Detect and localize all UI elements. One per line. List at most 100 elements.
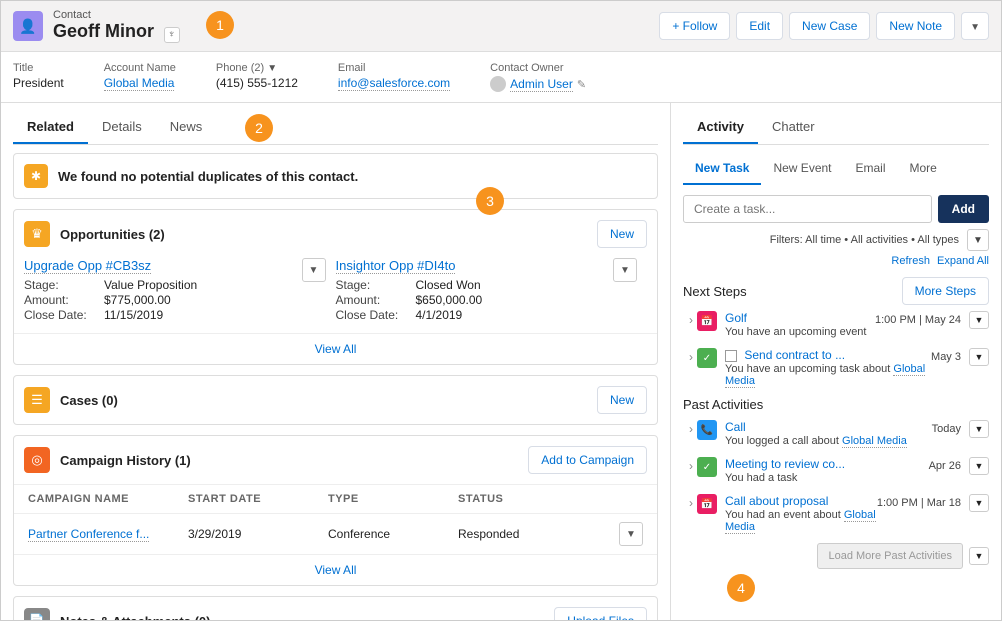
camp-col-type: TYPE [328, 493, 458, 505]
edit-button[interactable]: Edit [736, 12, 783, 40]
phone-label[interactable]: Phone (2) ▼ [216, 62, 298, 74]
campaign-date: 3/29/2019 [188, 527, 328, 541]
event-icon: 📅 [697, 311, 717, 331]
upload-files-button[interactable]: Upload Files [554, 607, 647, 621]
add-task-button[interactable]: Add [938, 195, 989, 223]
right-tabs: Activity Chatter [683, 111, 989, 145]
task-checkbox[interactable] [725, 350, 737, 362]
record-header: 👤 Contact Geoff Minor ♆ + Follow Edit Ne… [1, 1, 1001, 52]
new-case-related-button[interactable]: New [597, 386, 647, 414]
callout-4: 4 [727, 574, 755, 602]
tab-chatter[interactable]: Chatter [758, 111, 829, 144]
load-more-button[interactable]: Load More Past Activities [817, 543, 963, 569]
camp-col-name: CAMPAIGN NAME [28, 493, 188, 505]
expand-icon[interactable]: › [689, 311, 693, 327]
follow-button[interactable]: + Follow [659, 12, 730, 40]
info-bar: Title President Account Name Global Medi… [1, 52, 1001, 103]
expand-icon[interactable]: › [689, 420, 693, 436]
campaigns-view-all[interactable]: View All [14, 554, 657, 585]
subtab-more[interactable]: More [898, 153, 949, 185]
tab-activity[interactable]: Activity [683, 111, 758, 144]
tab-details[interactable]: Details [88, 111, 156, 144]
create-task-input[interactable] [683, 195, 932, 223]
subtab-email[interactable]: Email [844, 153, 898, 185]
email-link[interactable]: info@salesforce.com [338, 76, 450, 91]
activity-menu[interactable]: ▼ [969, 348, 989, 366]
activity-date: Today [932, 423, 961, 435]
tab-news[interactable]: News [156, 111, 217, 144]
opp-close-1: 11/15/2019 [104, 308, 163, 322]
activity-title[interactable]: Call about proposal [725, 494, 828, 508]
change-owner-icon[interactable]: ✎ [577, 78, 586, 91]
campaign-icon: ◎ [24, 447, 50, 473]
activity-date: 1:00 PM | May 24 [875, 314, 961, 326]
activity-menu[interactable]: ▼ [969, 457, 989, 475]
opp-stage-1: Value Proposition [104, 278, 197, 292]
opps-view-all[interactable]: View All [14, 333, 657, 364]
opportunities-title: Opportunities (2) [60, 227, 165, 242]
tab-related[interactable]: Related [13, 111, 88, 144]
subtab-new-event[interactable]: New Event [761, 153, 843, 185]
hierarchy-icon[interactable]: ♆ [164, 27, 180, 43]
expand-icon[interactable]: › [689, 457, 693, 473]
cases-title: Cases (0) [60, 393, 118, 408]
opp-stage-label: Stage: [24, 278, 104, 292]
expand-icon[interactable]: › [689, 494, 693, 510]
call-icon: 📞 [697, 420, 717, 440]
activity-link[interactable]: Global Media [842, 435, 907, 448]
activity-menu[interactable]: ▼ [969, 494, 989, 512]
callout-2: 2 [245, 114, 273, 142]
subtab-new-task[interactable]: New Task [683, 153, 761, 185]
cases-card: ☰ Cases (0) New [13, 375, 658, 425]
opp-close-label: Close Date: [24, 308, 104, 322]
opp-menu-1[interactable]: ▼ [302, 258, 326, 282]
add-to-campaign-button[interactable]: Add to Campaign [528, 446, 647, 474]
opp-link-2[interactable]: Insightor Opp #DI4to [336, 258, 456, 274]
campaign-row-menu[interactable]: ▼ [619, 522, 643, 546]
opp-menu-2[interactable]: ▼ [613, 258, 637, 282]
campaigns-card: ◎ Campaign History (1) Add to Campaign C… [13, 435, 658, 586]
load-more-menu[interactable]: ▼ [969, 547, 989, 565]
activity-sub: You logged a call about [725, 435, 842, 447]
notes-card: 📄 Notes & Attachments (0) Upload Files ⬆… [13, 596, 658, 621]
filters-dropdown[interactable]: ▼ [967, 229, 989, 251]
activity-sub: You have an upcoming task about [725, 363, 893, 375]
task-icon: ✓ [697, 457, 717, 477]
more-actions-button[interactable]: ▼ [961, 12, 989, 40]
next-steps-title: Next Steps [683, 284, 747, 299]
notes-title: Notes & Attachments (0) [60, 614, 210, 621]
left-tabs: Related Details News [13, 111, 658, 145]
activity-title[interactable]: Golf [725, 311, 747, 325]
phone-value: (415) 555-1212 [216, 76, 298, 90]
record-type: Contact [53, 9, 180, 21]
opportunity-icon: ♛ [24, 221, 50, 247]
expand-icon[interactable]: › [689, 348, 693, 364]
duplicate-icon: ✱ [24, 164, 48, 188]
expand-all-link[interactable]: Expand All [937, 255, 989, 267]
activity-menu[interactable]: ▼ [969, 420, 989, 438]
new-case-button[interactable]: New Case [789, 12, 870, 40]
activity-menu[interactable]: ▼ [969, 311, 989, 329]
notes-icon: 📄 [24, 608, 50, 621]
new-note-button[interactable]: New Note [876, 12, 955, 40]
more-steps-button[interactable]: More Steps [902, 277, 989, 305]
contact-icon: 👤 [13, 11, 43, 41]
campaign-type: Conference [328, 527, 458, 541]
owner-link[interactable]: Admin User [510, 77, 573, 92]
new-opportunity-button[interactable]: New [597, 220, 647, 248]
opp-amount-label: Amount: [24, 293, 104, 307]
activity-title[interactable]: Meeting to review co... [725, 457, 845, 471]
account-link[interactable]: Global Media [104, 76, 175, 91]
opportunities-card: ♛ Opportunities (2) New Upgrade Opp #CB3… [13, 209, 658, 365]
opp-amount-2: $650,000.00 [416, 293, 483, 307]
activity-title[interactable]: Call [725, 420, 746, 434]
campaign-link[interactable]: Partner Conference f... [28, 527, 149, 542]
opp-close-2: 4/1/2019 [416, 308, 463, 322]
campaigns-title: Campaign History (1) [60, 453, 191, 468]
opp-amount-1: $775,000.00 [104, 293, 171, 307]
duplicates-card: ✱ We found no potential duplicates of th… [13, 153, 658, 199]
activity-date: 1:00 PM | Mar 18 [877, 497, 961, 509]
activity-title[interactable]: Send contract to ... [744, 348, 845, 362]
opp-link-1[interactable]: Upgrade Opp #CB3sz [24, 258, 151, 274]
refresh-link[interactable]: Refresh [891, 255, 930, 267]
